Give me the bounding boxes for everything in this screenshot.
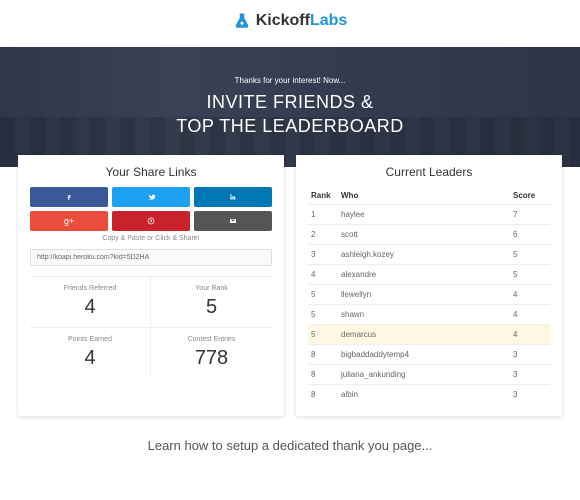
header-score: Score: [510, 187, 550, 205]
stat-points: Points Earned 4: [30, 327, 151, 378]
header-rank: Rank: [308, 187, 338, 205]
stat-referred: Friends Referred 4: [30, 276, 151, 327]
cell-who: bigbaddaddytemp4: [338, 345, 510, 365]
table-row: 5demarcus4: [308, 325, 550, 345]
cell-who: ashleigh.kozey: [338, 245, 510, 265]
cell-who: llewellyn: [338, 285, 510, 305]
table-row: 1haylee7: [308, 205, 550, 225]
cell-score: 3: [510, 345, 550, 365]
cell-score: 4: [510, 325, 550, 345]
logo-text-2: Labs: [310, 12, 347, 29]
cell-rank: 8: [308, 365, 338, 385]
table-row: 8juliana_ankunding3: [308, 365, 550, 385]
twitter-button[interactable]: [112, 187, 190, 207]
email-icon: [229, 217, 237, 225]
stat-rank: Your Rank 5: [151, 276, 272, 327]
cell-rank: 1: [308, 205, 338, 225]
facebook-icon: [65, 193, 73, 201]
cell-rank: 5: [308, 305, 338, 325]
pinterest-icon: [147, 217, 155, 225]
cell-rank: 8: [308, 385, 338, 405]
logo: KickoffLabs: [233, 12, 348, 30]
table-row: 5llewellyn4: [308, 285, 550, 305]
cards-row: Your Share Links g+ Copy & Paste or Clic…: [0, 155, 580, 416]
stats-grid: Friends Referred 4 Your Rank 5 Points Ea…: [30, 276, 272, 378]
cell-score: 7: [510, 205, 550, 225]
table-header-row: Rank Who Score: [308, 187, 550, 205]
cell-who: albin: [338, 385, 510, 405]
share-card: Your Share Links g+ Copy & Paste or Clic…: [18, 155, 284, 416]
share-url-input[interactable]: [30, 249, 272, 266]
flask-icon: [233, 12, 251, 30]
cell-rank: 5: [308, 325, 338, 345]
share-row-2: g+: [30, 211, 272, 231]
cell-who: shawn: [338, 305, 510, 325]
hero-banner: Thanks for your interest! Now... INVITE …: [0, 47, 580, 167]
logo-text-1: Kickoff: [256, 12, 310, 29]
cell-score: 3: [510, 385, 550, 405]
googleplus-icon: g+: [64, 216, 74, 226]
cell-score: 5: [510, 245, 550, 265]
cell-score: 3: [510, 365, 550, 385]
cell-score: 6: [510, 225, 550, 245]
cell-score: 4: [510, 285, 550, 305]
share-row-1: [30, 187, 272, 207]
cell-rank: 4: [308, 265, 338, 285]
header: KickoffLabs: [0, 0, 580, 47]
cell-rank: 5: [308, 285, 338, 305]
share-title: Your Share Links: [30, 165, 272, 179]
twitter-icon: [147, 193, 155, 201]
hero-pretitle: Thanks for your interest! Now...: [235, 76, 346, 85]
cell-who: juliana_ankunding: [338, 365, 510, 385]
cell-who: haylee: [338, 205, 510, 225]
cell-rank: 8: [308, 345, 338, 365]
table-row: 8albin3: [308, 385, 550, 405]
stat-entries: Contest Entries 778: [151, 327, 272, 378]
linkedin-button[interactable]: [194, 187, 272, 207]
leaders-table: Rank Who Score 1haylee72scott63ashleigh.…: [308, 187, 550, 404]
email-button[interactable]: [194, 211, 272, 231]
table-row: 8bigbaddaddytemp43: [308, 345, 550, 365]
cell-who: scott: [338, 225, 510, 245]
cell-score: 5: [510, 265, 550, 285]
cell-score: 4: [510, 305, 550, 325]
leaders-card: Current Leaders Rank Who Score 1haylee72…: [296, 155, 562, 416]
cell-who: alexandre: [338, 265, 510, 285]
footer-text: Learn how to setup a dedicated thank you…: [0, 438, 580, 453]
table-row: 3ashleigh.kozey5: [308, 245, 550, 265]
table-row: 2scott6: [308, 225, 550, 245]
cell-rank: 3: [308, 245, 338, 265]
pinterest-button[interactable]: [112, 211, 190, 231]
table-row: 5shawn4: [308, 305, 550, 325]
cell-rank: 2: [308, 225, 338, 245]
copy-instruction: Copy & Paste or Click & Share!: [30, 235, 272, 242]
hero-title: INVITE FRIENDS & TOP THE LEADERBOARD: [176, 91, 404, 138]
cell-who: demarcus: [338, 325, 510, 345]
header-who: Who: [338, 187, 510, 205]
facebook-button[interactable]: [30, 187, 108, 207]
leaders-title: Current Leaders: [308, 165, 550, 179]
table-row: 4alexandre5: [308, 265, 550, 285]
linkedin-icon: [229, 193, 237, 201]
googleplus-button[interactable]: g+: [30, 211, 108, 231]
